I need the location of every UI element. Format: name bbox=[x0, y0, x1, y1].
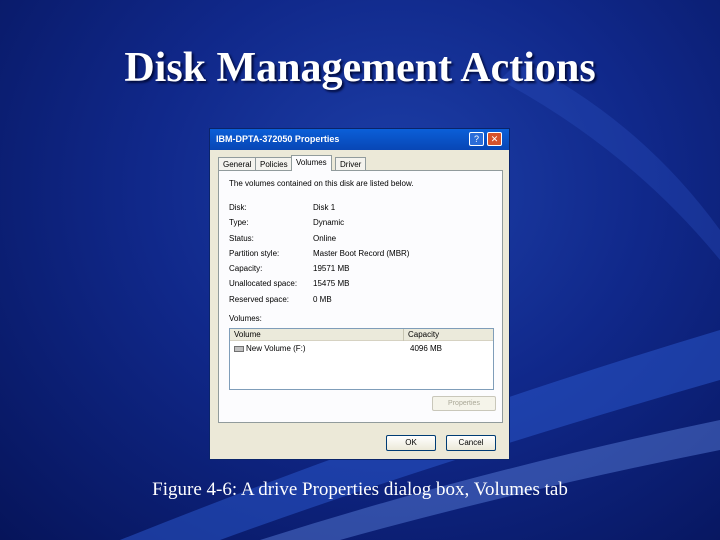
list-item[interactable]: New Volume (F:) 4096 MB bbox=[230, 343, 493, 355]
info-label: Unallocated space: bbox=[229, 279, 298, 288]
info-value: Master Boot Record (MBR) bbox=[313, 249, 410, 258]
figure-caption: Figure 4-6: A drive Properties dialog bo… bbox=[152, 479, 568, 500]
tab-volumes[interactable]: Volumes bbox=[291, 155, 332, 171]
dialog-titlebar[interactable]: IBM-DPTA-372050 Properties bbox=[210, 129, 509, 150]
tab-driver[interactable]: Driver bbox=[335, 157, 367, 170]
dialog-title: IBM-DPTA-372050 Properties bbox=[216, 134, 340, 144]
volumes-panel: The volumes contained on this disk are l… bbox=[218, 170, 503, 423]
info-value: Disk 1 bbox=[313, 203, 336, 212]
info-value: 15475 MB bbox=[313, 279, 350, 288]
column-header-volume[interactable]: Volume bbox=[230, 329, 404, 341]
info-label: Type: bbox=[229, 218, 249, 227]
volume-capacity: 4096 MB bbox=[410, 344, 443, 353]
volumes-list[interactable]: Volume Capacity New Volume (F:) 4096 MB bbox=[229, 328, 494, 390]
info-label: Disk: bbox=[229, 203, 247, 212]
info-label: Capacity: bbox=[229, 264, 263, 273]
info-row-unallocated: Unallocated space: 15475 MB bbox=[229, 279, 499, 291]
help-button[interactable]: ? bbox=[469, 132, 484, 146]
properties-button[interactable]: Properties bbox=[432, 396, 496, 411]
close-icon: ✕ bbox=[490, 134, 499, 144]
properties-dialog: IBM-DPTA-372050 Properties ? ✕ General P… bbox=[209, 128, 510, 460]
tab-general[interactable]: General bbox=[218, 157, 257, 170]
info-row-capacity: Capacity: 19571 MB bbox=[229, 264, 499, 276]
info-label: Reserved space: bbox=[229, 295, 290, 304]
intro-text: The volumes contained on this disk are l… bbox=[229, 179, 414, 188]
info-row-reserved: Reserved space: 0 MB bbox=[229, 295, 499, 307]
cancel-button[interactable]: Cancel bbox=[446, 435, 496, 451]
info-row-status: Status: Online bbox=[229, 234, 499, 246]
volumes-label: Volumes: bbox=[229, 314, 262, 323]
info-value: Online bbox=[313, 234, 337, 243]
tab-policies[interactable]: Policies bbox=[255, 157, 293, 170]
column-header-capacity[interactable]: Capacity bbox=[404, 329, 493, 341]
drive-icon bbox=[234, 346, 244, 352]
slide-title: Disk Management Actions bbox=[124, 45, 596, 91]
info-label: Partition style: bbox=[229, 249, 280, 258]
info-value: 0 MB bbox=[313, 295, 332, 304]
info-label: Status: bbox=[229, 234, 254, 243]
info-row-partition-style: Partition style: Master Boot Record (MBR… bbox=[229, 249, 499, 261]
ok-button[interactable]: OK bbox=[386, 435, 436, 451]
help-icon: ? bbox=[473, 134, 479, 144]
info-row-disk: Disk: Disk 1 bbox=[229, 203, 499, 215]
volumes-list-header: Volume Capacity bbox=[230, 329, 493, 341]
close-button[interactable]: ✕ bbox=[487, 132, 502, 146]
info-row-type: Type: Dynamic bbox=[229, 218, 499, 230]
volume-name: New Volume (F:) bbox=[246, 344, 306, 353]
info-value: 19571 MB bbox=[313, 264, 350, 273]
info-value: Dynamic bbox=[313, 218, 345, 227]
